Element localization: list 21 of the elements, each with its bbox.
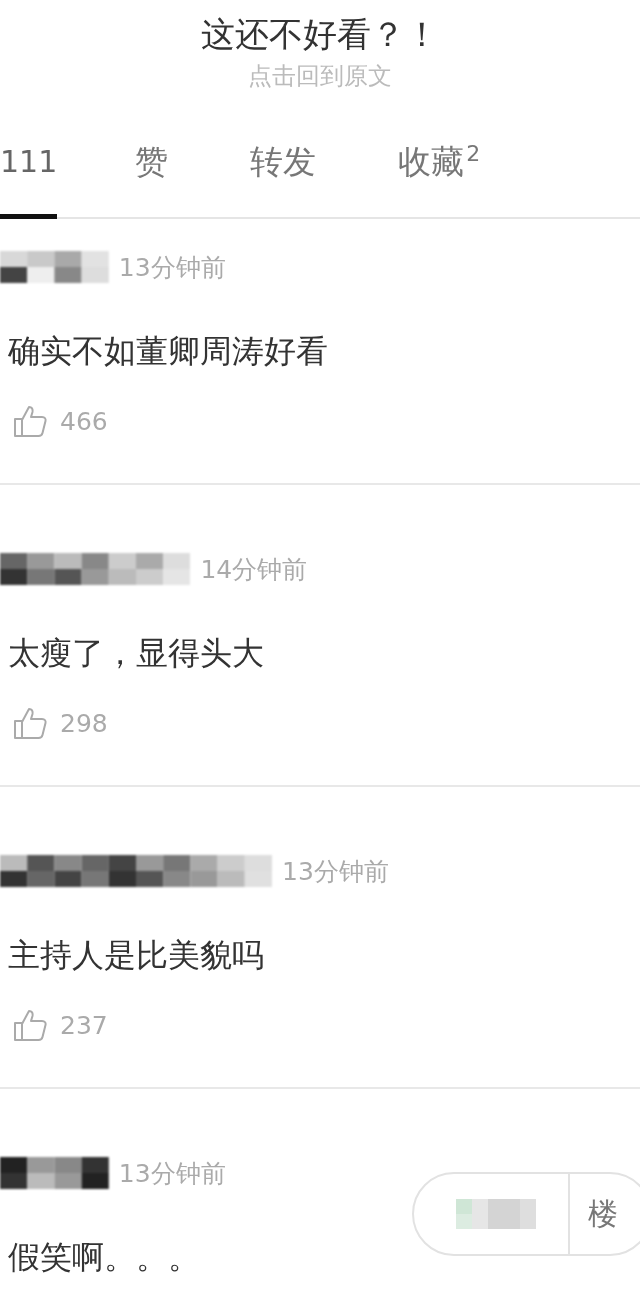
post-title: 这还不好看？！ xyxy=(201,13,439,56)
tab[interactable]: 111 xyxy=(0,140,58,219)
like-count: 237 xyxy=(60,1010,108,1040)
comment-time: 14分钟前 xyxy=(200,553,308,586)
floor-jump-bar[interactable]: 楼 xyxy=(412,1172,640,1256)
comment-time: 13分钟前 xyxy=(282,855,389,888)
comment-time: 13分钟前 xyxy=(118,251,226,284)
tab[interactable]: 赞 xyxy=(135,140,169,219)
comment-text: 太瘦了，显得头大 xyxy=(8,633,264,674)
tab[interactable]: 收藏$^{2}$ xyxy=(398,132,481,219)
comment-text: 假笑啊。。。 xyxy=(8,1237,200,1278)
thumbs-up-icon[interactable] xyxy=(12,705,48,741)
thumbs-up-icon[interactable] xyxy=(12,1007,48,1043)
comment-text: 主持人是比美貌吗 xyxy=(8,935,264,976)
like-count: 466 xyxy=(60,406,108,436)
thumbs-up-icon[interactable] xyxy=(12,403,48,439)
floor-label[interactable]: 楼 xyxy=(568,1174,638,1254)
comment-text: 确实不如董卿周涛好看 xyxy=(8,331,328,372)
comment-time: 13分钟前 xyxy=(118,1157,226,1190)
like-count: 298 xyxy=(60,708,108,738)
tab[interactable]: 转发 xyxy=(250,140,317,219)
